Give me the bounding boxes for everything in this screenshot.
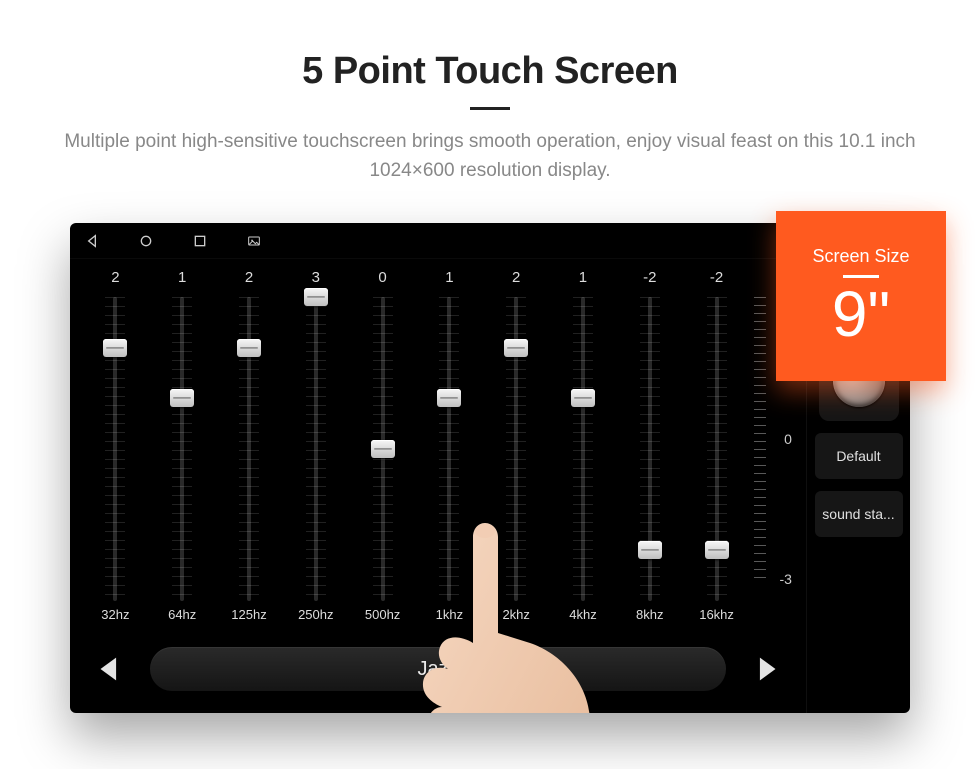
- eq-band: -2 16khz: [683, 269, 750, 627]
- eq-band: 3250hz: [282, 269, 349, 627]
- eq-band: 0 500hz: [349, 269, 416, 627]
- eq-slider[interactable]: [314, 297, 318, 601]
- eq-band: 1 64hz: [149, 269, 216, 627]
- eq-slider[interactable]: [113, 297, 117, 601]
- eq-band-freq: 1khz: [436, 607, 463, 627]
- eq-slider-thumb[interactable]: [705, 541, 729, 559]
- eq-band-freq: 16khz: [699, 607, 734, 627]
- eq-slider[interactable]: [715, 297, 719, 601]
- preset-label: Jazz: [417, 658, 458, 681]
- eq-band-freq: 125hz: [231, 607, 266, 627]
- badge-label: Screen Size: [812, 246, 909, 267]
- eq-slider[interactable]: [381, 297, 385, 601]
- badge-value: 9": [832, 282, 890, 346]
- eq-band-value: 0: [378, 269, 386, 291]
- eq-band: 2 32hz: [82, 269, 149, 627]
- eq-band: 2 2khz: [483, 269, 550, 627]
- recent-icon[interactable]: [192, 233, 208, 249]
- eq-scale-label: 0: [784, 431, 792, 447]
- eq-slider-thumb[interactable]: [638, 541, 662, 559]
- eq-band-value: -2: [710, 269, 723, 291]
- screen-size-badge: Screen Size 9": [776, 211, 946, 381]
- default-button[interactable]: Default: [815, 433, 903, 479]
- eq-band: 2 125hz: [216, 269, 283, 627]
- eq-band: 1 1khz: [416, 269, 483, 627]
- eq-scale-label: -3: [780, 571, 792, 587]
- preset-prev-button[interactable]: [92, 652, 126, 686]
- eq-slider-thumb[interactable]: [170, 389, 194, 407]
- sound-stage-button[interactable]: sound sta...: [815, 491, 903, 537]
- eq-slider[interactable]: [581, 297, 585, 601]
- home-icon[interactable]: [138, 233, 154, 249]
- gallery-icon[interactable]: [246, 233, 262, 249]
- eq-slider-thumb[interactable]: [103, 339, 127, 357]
- eq-slider[interactable]: [180, 297, 184, 601]
- eq-band-value: -2: [643, 269, 656, 291]
- eq-slider-thumb[interactable]: [571, 389, 595, 407]
- eq-slider-thumb[interactable]: [304, 288, 328, 306]
- eq-band-freq: 4khz: [569, 607, 596, 627]
- eq-band-freq: 500hz: [365, 607, 400, 627]
- eq-slider[interactable]: [247, 297, 251, 601]
- eq-band: -2 8khz: [616, 269, 683, 627]
- eq-band-freq: 8khz: [636, 607, 663, 627]
- page-subtitle: Multiple point high-sensitive touchscree…: [60, 128, 920, 185]
- eq-slider-thumb[interactable]: [237, 339, 261, 357]
- eq-slider[interactable]: [648, 297, 652, 601]
- eq-slider-thumb[interactable]: [371, 440, 395, 458]
- eq-slider[interactable]: [514, 297, 518, 601]
- eq-slider[interactable]: [447, 297, 451, 601]
- eq-band-value: 2: [245, 269, 253, 291]
- eq-band-freq: 32hz: [101, 607, 129, 627]
- back-icon[interactable]: [84, 233, 100, 249]
- eq-band-value: 2: [111, 269, 119, 291]
- eq-band-value: 1: [579, 269, 587, 291]
- eq-slider-thumb[interactable]: [437, 389, 461, 407]
- eq-band-value: 1: [445, 269, 453, 291]
- eq-band-freq: 64hz: [168, 607, 196, 627]
- preset-selector[interactable]: Jazz: [150, 647, 726, 691]
- eq-band-value: 1: [178, 269, 186, 291]
- eq-band-freq: 2khz: [502, 607, 529, 627]
- eq-band: 1 4khz: [550, 269, 617, 627]
- page-title: 5 Point Touch Screen: [0, 50, 980, 93]
- eq-slider-thumb[interactable]: [504, 339, 528, 357]
- title-rule: [470, 107, 510, 110]
- eq-band-value: 2: [512, 269, 520, 291]
- eq-band-freq: 250hz: [298, 607, 333, 627]
- preset-next-button[interactable]: [750, 652, 784, 686]
